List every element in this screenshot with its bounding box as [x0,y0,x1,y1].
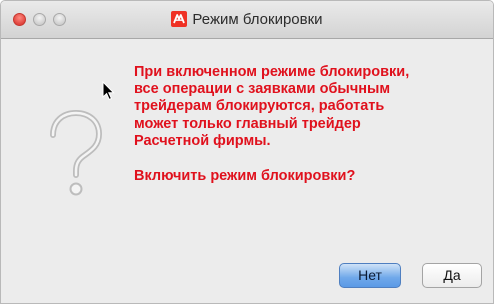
message-line: трейдерам блокируются, работать [134,98,385,115]
dialog-prompt: Включить режим блокировки? [134,168,356,185]
dialog-message: При включенном режиме блокировки, все оп… [134,64,484,185]
mouse-cursor-icon [102,81,115,101]
question-mark-icon [50,109,103,196]
message-line: Расчетной фирмы. [134,132,271,149]
message-line: При включенном режиме блокировки, [134,64,410,80]
window-title-group: Режим блокировки [1,11,493,28]
window-title: Режим блокировки [192,11,323,28]
no-button[interactable]: Нет [339,263,401,288]
alfa-logo-icon [171,11,188,27]
message-line: все операции с заявками обычным [134,81,391,98]
dialog-window: Режим блокировки При включенном режиме б… [0,0,494,304]
title-bar[interactable]: Режим блокировки [1,1,493,39]
message-line: может только главный трейдер [134,115,361,132]
yes-button[interactable]: Да [422,263,482,288]
